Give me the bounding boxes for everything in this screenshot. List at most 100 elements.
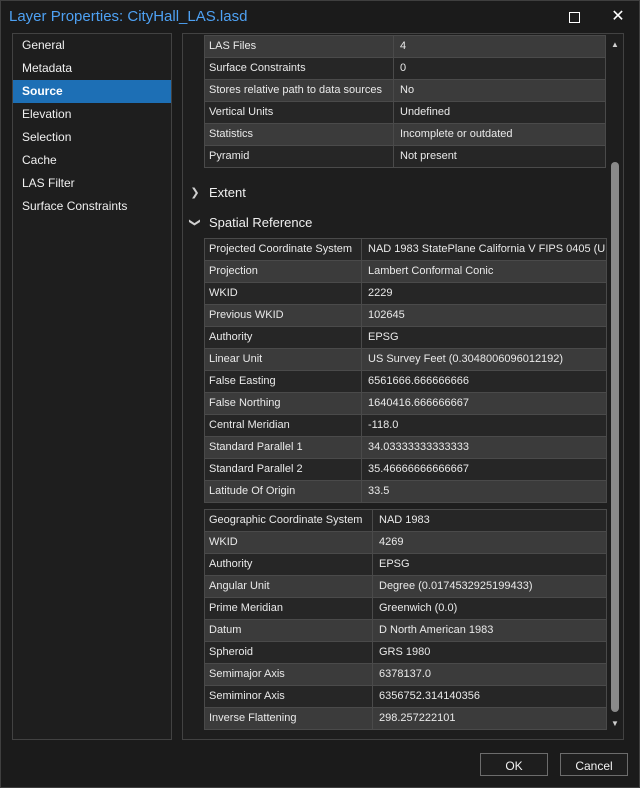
table-row: Projected Coordinate System NAD 1983 Stat…: [205, 239, 606, 261]
property-value: D North American 1983: [379, 624, 494, 636]
table-row: False Northing 1640416.666666667: [205, 393, 606, 415]
property-value: 33.5: [368, 485, 390, 497]
property-name: Prime Meridian: [205, 598, 373, 619]
property-name: LAS Files: [205, 36, 394, 57]
vertical-scrollbar[interactable]: ▲ ▼: [607, 34, 623, 739]
projected-coordinate-system-table: Projected Coordinate System NAD 1983 Stat…: [204, 238, 607, 503]
nav-item-source[interactable]: Source: [13, 80, 171, 103]
property-name: Surface Constraints: [205, 58, 394, 79]
property-name: Semiminor Axis: [205, 686, 373, 707]
nav-item-general[interactable]: General: [13, 34, 171, 57]
property-value: 1640416.666666667: [368, 397, 469, 409]
property-name: Pyramid: [205, 146, 394, 167]
extent-section-label: Extent: [209, 184, 246, 200]
nav-item-metadata[interactable]: Metadata: [13, 57, 171, 80]
scroll-up-arrow-icon[interactable]: ▲: [607, 38, 623, 52]
table-row: Surface Constraints 0: [205, 58, 605, 80]
property-value: 102645: [368, 309, 405, 321]
window-title: Layer Properties: CityHall_LAS.lasd: [9, 8, 248, 25]
nav-item-cache[interactable]: Cache: [13, 149, 171, 172]
table-row: Pyramid Not present: [205, 146, 605, 168]
scroll-down-arrow-icon[interactable]: ▼: [607, 717, 623, 731]
scrollbar-thumb[interactable]: [611, 162, 619, 712]
table-row: Authority EPSG: [205, 554, 606, 576]
table-row: Geographic Coordinate System NAD 1983: [205, 510, 606, 532]
property-name: Standard Parallel 2: [205, 459, 362, 480]
close-button[interactable]: ✕: [598, 1, 638, 33]
property-name: Previous WKID: [205, 305, 362, 326]
extent-section-header[interactable]: ❯ Extent: [189, 183, 246, 201]
property-name: WKID: [205, 283, 362, 304]
property-value: EPSG: [379, 558, 410, 570]
maximize-button[interactable]: [554, 1, 594, 33]
maximize-icon: [568, 11, 580, 23]
property-value: Undefined: [400, 106, 451, 118]
property-name: Statistics: [205, 124, 394, 145]
table-row: Previous WKID 102645: [205, 305, 606, 327]
nav-item-elevation[interactable]: Elevation: [13, 103, 171, 126]
table-row: Spheroid GRS 1980: [205, 642, 606, 664]
property-value: Degree (0.0174532925199433): [379, 580, 533, 592]
property-value: NAD 1983: [379, 514, 430, 526]
property-value: GRS 1980: [379, 646, 431, 658]
spatial-reference-section-label: Spatial Reference: [209, 214, 313, 230]
property-name: WKID: [205, 532, 373, 553]
property-name: Spheroid: [205, 642, 373, 663]
property-value: 6378137.0: [379, 668, 431, 680]
property-name: Projected Coordinate System: [205, 239, 362, 260]
property-value: 6561666.666666666: [368, 375, 469, 387]
layer-properties-dialog: Layer Properties: CityHall_LAS.lasd ✕ Ge…: [0, 0, 640, 788]
table-row: WKID 4269: [205, 532, 606, 554]
property-value: Not present: [400, 150, 457, 162]
nav-item-las-filter[interactable]: LAS Filter: [13, 172, 171, 195]
table-row: Statistics Incomplete or outdated: [205, 124, 605, 146]
nav-item-selection[interactable]: Selection: [13, 126, 171, 149]
nav-item-surface-constraints[interactable]: Surface Constraints: [13, 195, 171, 218]
nav-list: General Metadata Source Elevation Select…: [12, 33, 172, 740]
property-name: Inverse Flattening: [205, 708, 373, 729]
property-name: Projection: [205, 261, 362, 282]
property-name: False Easting: [205, 371, 362, 392]
property-value: 0: [400, 62, 407, 74]
table-row: Angular Unit Degree (0.0174532925199433): [205, 576, 606, 598]
property-value: Greenwich (0.0): [379, 602, 458, 614]
property-value: Lambert Conformal Conic: [368, 265, 494, 277]
property-name: Central Meridian: [205, 415, 362, 436]
cancel-button[interactable]: Cancel: [560, 753, 628, 776]
table-row: False Easting 6561666.666666666: [205, 371, 606, 393]
table-row: Projection Lambert Conformal Conic: [205, 261, 606, 283]
property-name: Latitude Of Origin: [205, 481, 362, 502]
property-name: Angular Unit: [205, 576, 373, 597]
source-info-table: LAS Files 4 Surface Constraints 0 Stores rel…: [204, 35, 606, 168]
table-row: Inverse Flattening 298.257222101: [205, 708, 606, 730]
spatial-reference-section-header[interactable]: ❯ Spatial Reference: [189, 213, 313, 231]
property-value: 6356752.314140356: [379, 690, 480, 702]
property-value: -118.0: [368, 419, 399, 431]
ok-button[interactable]: OK: [480, 753, 548, 776]
property-name: Semimajor Axis: [205, 664, 373, 685]
property-name: False Northing: [205, 393, 362, 414]
property-value: 35.46666666666667: [368, 463, 469, 475]
close-icon: ✕: [611, 8, 625, 25]
property-value: 298.257222101: [379, 712, 456, 724]
table-row: Vertical Units Undefined: [205, 102, 605, 124]
property-name: Datum: [205, 620, 373, 641]
property-name: Linear Unit: [205, 349, 362, 370]
property-value: NAD 1983 StatePlane California V FIPS 04…: [368, 243, 606, 255]
table-row: Central Meridian -118.0: [205, 415, 606, 437]
table-row: LAS Files 4: [205, 36, 605, 58]
property-value: Incomplete or outdated: [400, 128, 513, 140]
title-bar: Layer Properties: CityHall_LAS.lasd ✕: [1, 1, 639, 33]
property-name: Standard Parallel 1: [205, 437, 362, 458]
property-value: EPSG: [368, 331, 399, 343]
property-name: Stores relative path to data sources: [205, 80, 394, 101]
property-value: No: [400, 84, 415, 96]
table-row: Prime Meridian Greenwich (0.0): [205, 598, 606, 620]
table-row: WKID 2229: [205, 283, 606, 305]
property-value: 34.03333333333333: [368, 441, 469, 453]
table-row: Semiminor Axis 6356752.314140356: [205, 686, 606, 708]
property-name: Geographic Coordinate System: [205, 510, 373, 531]
table-row: Authority EPSG: [205, 327, 606, 349]
property-value: US Survey Feet (0.3048006096012192): [368, 353, 564, 365]
table-row: Stores relative path to data sources No: [205, 80, 605, 102]
